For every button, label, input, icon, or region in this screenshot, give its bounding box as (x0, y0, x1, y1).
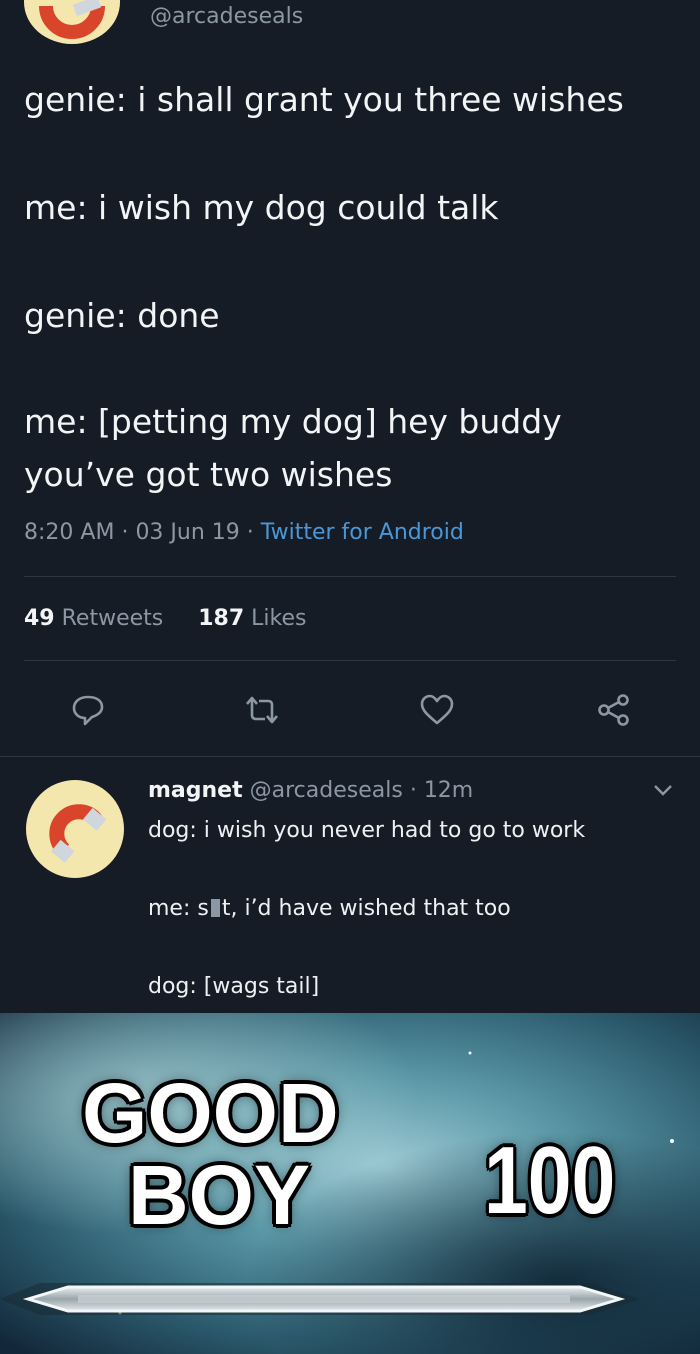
meme-title-line: GOOD (82, 1066, 339, 1160)
reply-tweet[interactable]: magnet @arcadeseals · 12m dog: i wish yo… (0, 760, 700, 1015)
reply-button[interactable] (63, 685, 113, 735)
chevron-down-icon (654, 785, 672, 796)
heart-icon (420, 694, 454, 725)
like-button[interactable] (412, 685, 462, 735)
avatar[interactable] (24, 0, 120, 44)
retweet-icon (246, 696, 278, 724)
reply-icon (72, 695, 104, 726)
share-button[interactable] (589, 685, 639, 735)
tweet-meta: 8:20 AM · 03 Jun 19 · Twitter for Androi… (24, 520, 464, 545)
reply-header: magnet @arcadeseals · 12m (148, 778, 473, 803)
separator-dot: · (409, 778, 424, 803)
tweet-text-line: me: i wish my dog could talk (24, 188, 499, 227)
tweet-date: 03 Jun 19 (135, 520, 240, 545)
likes-count: 187 (198, 606, 245, 631)
meme-title-line: BOY (128, 1148, 311, 1242)
likes-label: Likes (251, 606, 307, 631)
divider (0, 756, 700, 757)
magnet-icon (39, 0, 105, 39)
main-tweet: @arcadeseals genie: i shall grant you th… (0, 0, 700, 760)
tweet-text-line: genie: done (24, 296, 220, 335)
retweet-button[interactable] (237, 685, 287, 735)
avatar[interactable] (26, 780, 124, 878)
tweet-time: 8:20 AM (24, 520, 115, 545)
tweet-text-line: me: [petting my dog] hey buddy (24, 402, 562, 441)
skill-level-meme-image: GOOD BOY 100 (0, 1013, 700, 1354)
magnet-icon (49, 804, 107, 863)
skill-progress-bar (0, 1283, 640, 1315)
divider (24, 576, 676, 577)
reply-text-fragment: t, i’d have wished that too (221, 896, 511, 921)
reply-handle[interactable]: @arcadeseals (250, 778, 403, 803)
tweet-text-line: you’ve got two wishes (24, 455, 393, 494)
reply-text-line: me: s t, i’d have wished that too (148, 896, 511, 921)
reply-age: 12m (423, 778, 474, 803)
tweet-source-link[interactable]: Twitter for Android (261, 520, 464, 545)
retweets-count: 49 (24, 606, 55, 631)
censor-block (210, 899, 220, 917)
more-options-button[interactable] (652, 782, 674, 802)
separator-dot: · (246, 520, 261, 545)
reply-text-line: dog: i wish you never had to go to work (148, 818, 586, 843)
tweet-actions (0, 685, 700, 735)
reply-author-name[interactable]: magnet (148, 778, 243, 803)
skill-level-value: 100 (484, 1127, 616, 1234)
likes-stat[interactable]: 187 Likes (198, 606, 306, 631)
reply-text-fragment: me: s (148, 896, 209, 921)
retweets-label: Retweets (61, 606, 164, 631)
tweet-handle[interactable]: @arcadeseals (150, 4, 303, 29)
divider (24, 660, 676, 661)
reply-text-line: dog: [wags tail] (148, 974, 320, 999)
engagement-counts: 49 Retweets 187 Likes (24, 606, 306, 631)
retweets-stat[interactable]: 49 Retweets (24, 606, 163, 631)
tweet-text-line: genie: i shall grant you three wishes (24, 80, 624, 119)
separator-dot: · (121, 520, 136, 545)
share-icon (598, 694, 629, 726)
